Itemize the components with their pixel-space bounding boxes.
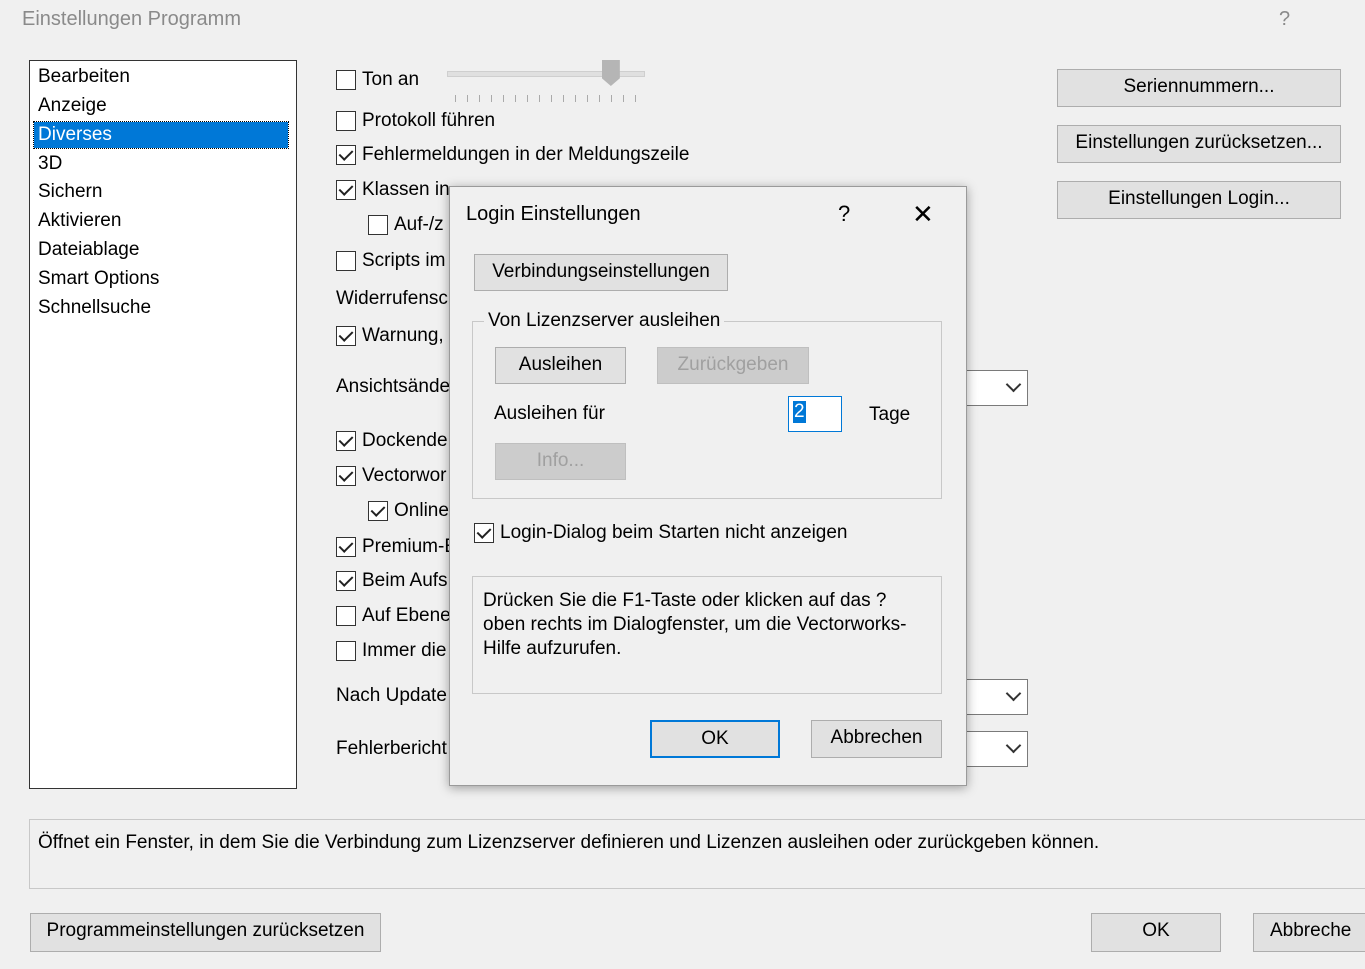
- online-checkbox[interactable]: [368, 501, 388, 521]
- vectorworks-option[interactable]: Vectorwor: [336, 463, 446, 489]
- klassen-option[interactable]: Klassen in: [336, 177, 450, 203]
- programmeinstellungen-zuruecksetzen-button[interactable]: Programmeinstellungen zurücksetzen: [30, 913, 381, 952]
- slider-tick: [467, 95, 468, 102]
- slider-tick: [587, 95, 588, 102]
- slider-tick: [503, 95, 504, 102]
- sidebar-item-schnellsuche[interactable]: Schnellsuche: [34, 295, 288, 321]
- klassen-checkbox[interactable]: [336, 180, 356, 200]
- hide-login-option[interactable]: Login-Dialog beim Starten nicht anzeigen: [474, 520, 848, 546]
- premium-checkbox[interactable]: [336, 537, 356, 557]
- group-title: Von Lizenzserver ausleihen: [484, 310, 725, 332]
- tage-label: Tage: [869, 404, 911, 425]
- slider-tick: [539, 95, 540, 102]
- slider-tick: [611, 95, 612, 102]
- dialog-title: Login Einstellungen: [466, 203, 641, 225]
- dialog-cancel-button[interactable]: Abbrechen: [811, 720, 942, 758]
- slider-tick: [479, 95, 480, 102]
- beim-aufs-checkbox[interactable]: [336, 571, 356, 591]
- sidebar-item-diverses[interactable]: Diverses: [33, 121, 289, 149]
- warnung-option[interactable]: Warnung,: [336, 323, 444, 349]
- auf-ebene-option[interactable]: Auf Ebene: [336, 603, 451, 629]
- nach-update-dropdown[interactable]: [958, 679, 1028, 715]
- beim-aufs-option[interactable]: Beim Aufs: [336, 568, 448, 594]
- help-text-box: Drücken Sie die F1-Taste oder klicken au…: [472, 576, 942, 694]
- widerrufen-label: Widerrufensc: [336, 288, 448, 309]
- description-box: Öffnet ein Fenster, in dem Sie die Verbi…: [29, 819, 1365, 889]
- login-settings-dialog[interactable]: Login Einstellungen ? ✕ Verbindungseinst…: [449, 186, 967, 786]
- category-list[interactable]: Bearbeiten Anzeige Diverses 3D Sichern A…: [29, 60, 297, 789]
- slider-tick: [515, 95, 516, 102]
- sidebar-item-bearbeiten[interactable]: Bearbeiten: [34, 64, 288, 90]
- slider-tick: [455, 95, 456, 102]
- slider-tick: [623, 95, 624, 102]
- chevron-down-icon: [1005, 737, 1022, 754]
- nach-update-label: Nach Update: [336, 685, 447, 706]
- ok-button[interactable]: OK: [1091, 913, 1221, 952]
- immer-die-option[interactable]: Immer die: [336, 638, 446, 664]
- help-icon[interactable]: ?: [1279, 8, 1290, 31]
- ansichtsaenderung-dropdown[interactable]: [958, 370, 1028, 406]
- protokoll-option[interactable]: Protokoll führen: [336, 108, 495, 134]
- vectorworks-checkbox[interactable]: [336, 466, 356, 486]
- slider-tick: [563, 95, 564, 102]
- seriennummern-button[interactable]: Seriennummern...: [1057, 69, 1341, 107]
- description-text: Öffnet ein Fenster, in dem Sie die Verbi…: [38, 832, 1100, 853]
- window-title: Einstellungen Programm: [22, 8, 241, 30]
- sidebar-item-smart-options[interactable]: Smart Options: [34, 266, 288, 292]
- close-icon[interactable]: ✕: [912, 199, 934, 230]
- sidebar-item-aktivieren[interactable]: Aktivieren: [34, 208, 288, 234]
- einstellungen-login-button[interactable]: Einstellungen Login...: [1057, 181, 1341, 219]
- auf-zu-checkbox[interactable]: [368, 215, 388, 235]
- auf-zu-option[interactable]: Auf-/z: [368, 212, 444, 238]
- sidebar-item-sichern[interactable]: Sichern: [34, 179, 288, 205]
- chevron-down-icon: [1005, 376, 1022, 393]
- dockende-checkbox[interactable]: [336, 431, 356, 451]
- slider-tick: [575, 95, 576, 102]
- verbindungseinstellungen-button[interactable]: Verbindungseinstellungen: [474, 254, 728, 291]
- warnung-checkbox[interactable]: [336, 326, 356, 346]
- sidebar-item-anzeige[interactable]: Anzeige: [34, 93, 288, 119]
- dockende-option[interactable]: Dockende: [336, 428, 448, 454]
- auf-ebene-checkbox[interactable]: [336, 606, 356, 626]
- slider-tick: [491, 95, 492, 102]
- fehlermeldungen-checkbox[interactable]: [336, 145, 356, 165]
- slider-tick: [551, 95, 552, 102]
- protokoll-checkbox[interactable]: [336, 111, 356, 131]
- fehlermeldungen-option[interactable]: Fehlermeldungen in der Meldungszeile: [336, 142, 689, 168]
- dialog-ok-button[interactable]: OK: [650, 720, 780, 758]
- ton-an-checkbox[interactable]: [336, 70, 356, 90]
- info-button: Info...: [495, 443, 626, 480]
- ausleihen-button[interactable]: Ausleihen: [495, 347, 626, 384]
- volume-slider-thumb[interactable]: [601, 60, 620, 86]
- immer-die-checkbox[interactable]: [336, 641, 356, 661]
- fehlerbericht-label: Fehlerbericht: [336, 738, 447, 759]
- hide-login-checkbox[interactable]: [474, 523, 494, 543]
- days-input[interactable]: 2: [788, 396, 842, 432]
- ansichtsaenderung-label: Ansichtsände: [336, 376, 451, 397]
- dialog-help-icon[interactable]: ?: [838, 201, 850, 227]
- sidebar-item-3d[interactable]: 3D: [34, 151, 288, 177]
- fehlerbericht-dropdown[interactable]: [958, 731, 1028, 767]
- einstellungen-zuruecksetzen-button[interactable]: Einstellungen zurücksetzen...: [1057, 125, 1341, 163]
- slider-tick: [599, 95, 600, 102]
- scripts-checkbox[interactable]: [336, 251, 356, 271]
- chevron-down-icon: [1005, 685, 1022, 702]
- premium-option[interactable]: Premium-E: [336, 534, 457, 560]
- zurueckgeben-button: Zurückgeben: [657, 347, 809, 384]
- sidebar-item-dateiablage[interactable]: Dateiablage: [34, 237, 288, 263]
- ton-an-option[interactable]: Ton an: [336, 67, 419, 93]
- slider-tick: [527, 95, 528, 102]
- cancel-button[interactable]: Abbreche: [1253, 913, 1365, 952]
- online-option[interactable]: Online: [368, 498, 449, 524]
- scripts-option[interactable]: Scripts im: [336, 248, 445, 274]
- slider-tick: [635, 95, 636, 102]
- ausleihen-fuer-label: Ausleihen für: [494, 403, 605, 424]
